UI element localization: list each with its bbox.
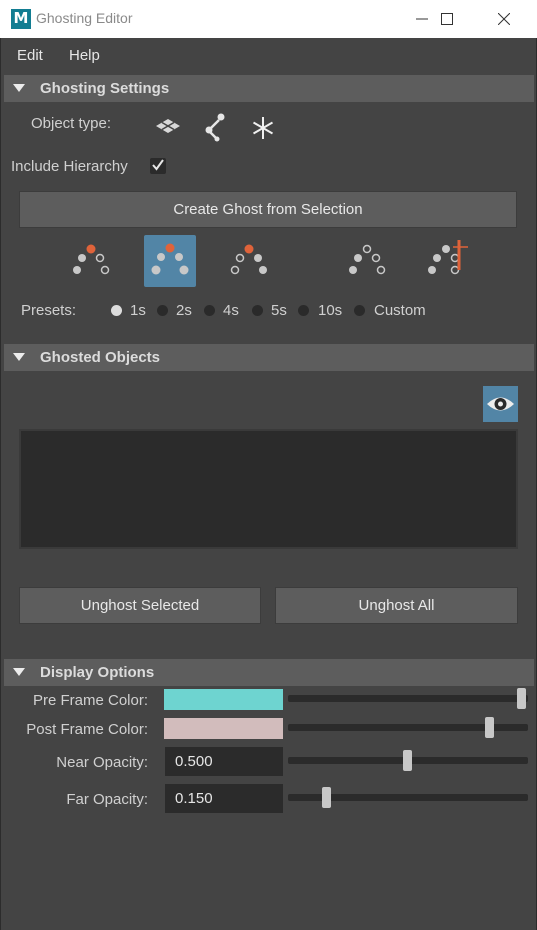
preset-4s-radio[interactable] (204, 305, 215, 316)
locator-icon[interactable] (251, 116, 275, 140)
checkmark-icon (152, 159, 164, 171)
maximize-icon (441, 13, 453, 25)
ghosting-settings-header[interactable]: Ghosting Settings (4, 75, 534, 102)
preset-1s-label: 1s (130, 302, 146, 319)
include-hierarchy-checkbox[interactable] (150, 158, 166, 174)
near-opacity-slider-handle[interactable] (402, 750, 412, 771)
object-type-label: Object type: (31, 115, 112, 132)
ghost-mode-previous-button[interactable] (65, 236, 117, 288)
section-title: Display Options (40, 664, 155, 681)
close-icon (498, 13, 510, 25)
near-opacity-label: Near Opacity: (56, 754, 148, 771)
include-hierarchy-label: Include Hierarchy (11, 158, 128, 175)
preset-5s-radio[interactable] (252, 305, 263, 316)
pre-frame-color-label: Pre Frame Color: (32, 692, 148, 709)
presets-label: Presets: (21, 302, 77, 319)
ghost-mode-previous-icon (73, 244, 110, 275)
post-frame-slider-handle[interactable] (484, 717, 494, 738)
far-opacity-slider-handle[interactable] (322, 787, 332, 808)
preset-2s-label: 2s (176, 302, 192, 319)
geometry-icon[interactable] (154, 117, 182, 137)
ghost-mode-custom-icon (349, 244, 386, 275)
menu-edit[interactable]: Edit (17, 47, 43, 64)
maximize-button[interactable] (424, 0, 470, 38)
menu-help[interactable]: Help (69, 47, 100, 64)
joint-icon[interactable] (203, 112, 227, 142)
collapse-triangle-icon (13, 353, 25, 361)
pre-frame-color-swatch[interactable] (164, 689, 283, 710)
ghost-mode-both-icon (151, 243, 189, 275)
post-frame-color-label: Post Frame Color: (26, 721, 148, 738)
ghosted-objects-header[interactable]: Ghosted Objects (4, 344, 534, 371)
eye-icon (487, 397, 514, 411)
preset-1s-radio[interactable] (111, 305, 122, 316)
preset-10s-label: 10s (318, 302, 343, 319)
unghost-all-button[interactable]: Unghost All (275, 587, 518, 624)
unghost-selected-button[interactable]: Unghost Selected (19, 587, 261, 624)
preset-custom-radio[interactable] (354, 305, 365, 316)
pre-frame-slider-track[interactable] (288, 695, 528, 702)
post-frame-color-swatch[interactable] (164, 718, 283, 739)
pre-frame-slider-handle[interactable] (517, 688, 526, 709)
preset-custom-label: Custom (374, 302, 426, 319)
ghosted-objects-list[interactable] (19, 429, 518, 549)
close-button[interactable] (481, 0, 527, 38)
section-title: Ghosting Settings (40, 80, 170, 97)
ghost-mode-custom-button[interactable] (341, 236, 393, 288)
ghost-mode-next-button[interactable] (223, 236, 275, 288)
ghost-mode-keyframes-icon (428, 240, 468, 275)
create-ghost-button[interactable]: Create Ghost from Selection (19, 191, 517, 228)
far-opacity-field[interactable]: 0.150 (165, 784, 283, 813)
visibility-toggle-button[interactable] (483, 386, 518, 422)
window-title: Ghosting Editor (36, 10, 133, 26)
title-bar: M Ghosting Editor (0, 0, 537, 38)
ghost-mode-next-icon (230, 244, 267, 275)
collapse-triangle-icon (13, 668, 25, 676)
menu-bar: Edit Help (0, 38, 537, 72)
far-opacity-label: Far Opacity: (66, 791, 148, 808)
preset-10s-radio[interactable] (298, 305, 309, 316)
preset-5s-label: 5s (271, 302, 287, 319)
preset-2s-radio[interactable] (157, 305, 168, 316)
preset-4s-label: 4s (223, 302, 239, 319)
near-opacity-field[interactable]: 0.500 (165, 747, 283, 776)
ghost-mode-both-button[interactable] (144, 235, 196, 287)
display-options-header[interactable]: Display Options (4, 659, 534, 686)
section-title: Ghosted Objects (40, 349, 161, 366)
maya-app-icon: M (11, 9, 31, 29)
ghost-mode-keyframes-button[interactable] (420, 236, 472, 288)
collapse-triangle-icon (13, 84, 25, 92)
